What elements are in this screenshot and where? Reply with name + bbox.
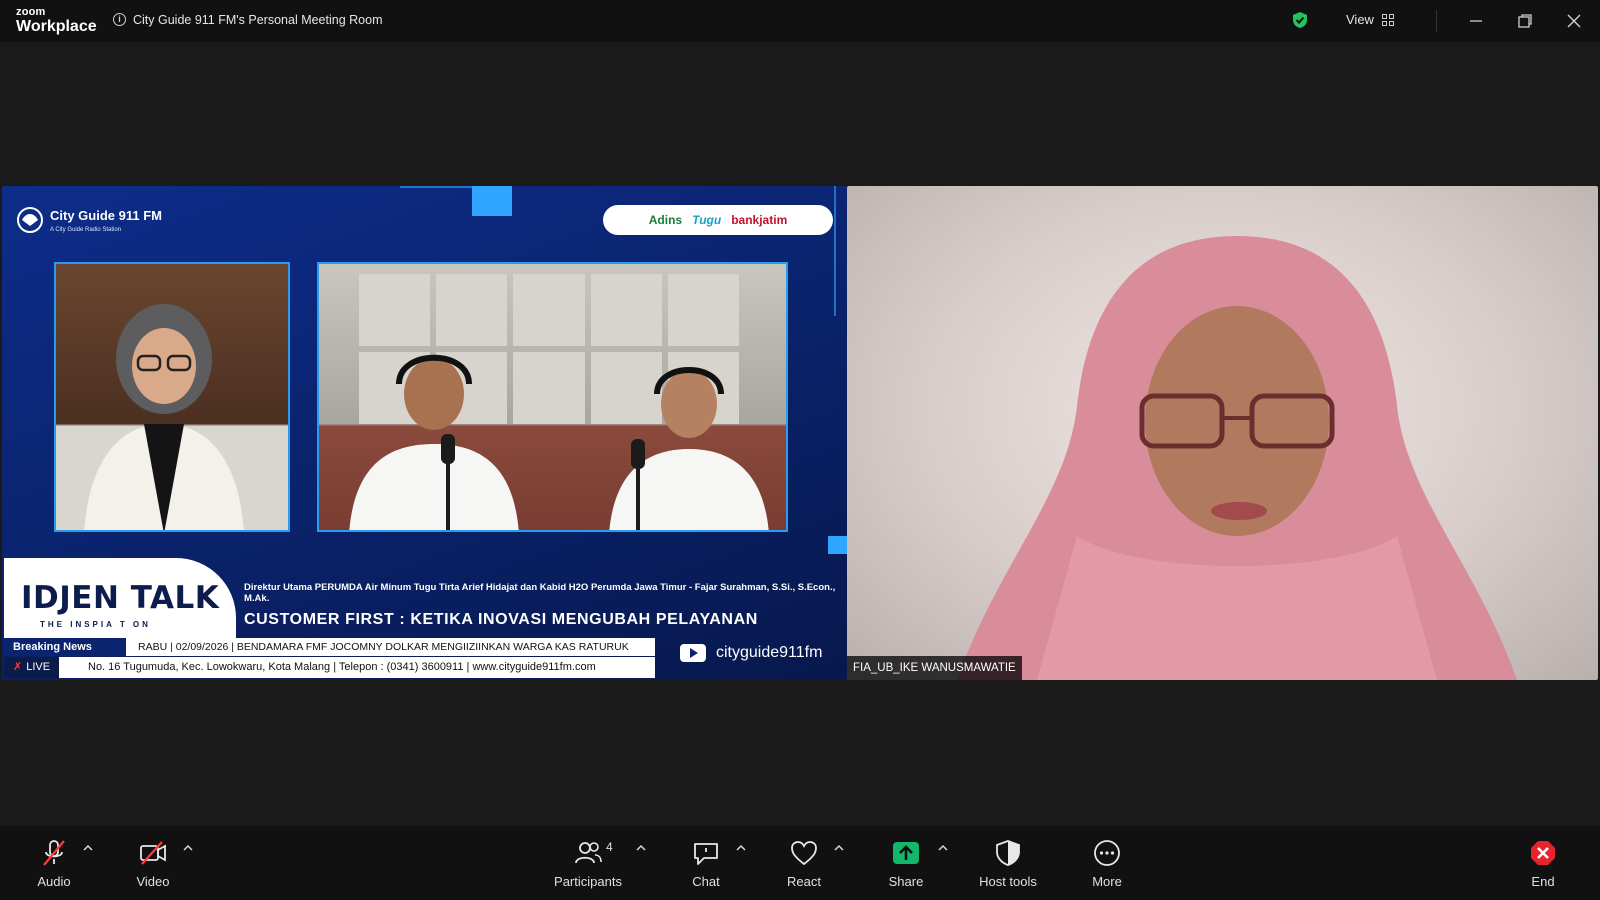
share-screen-icon [893, 842, 919, 864]
end-meeting-button[interactable]: End [1503, 838, 1583, 889]
host-figure [84, 304, 244, 530]
close-icon[interactable] [1563, 10, 1585, 32]
more-label: More [1092, 874, 1122, 889]
chat-options-chevron-icon[interactable] [736, 844, 746, 852]
participant-figure [957, 236, 1517, 680]
youtube-handle-text: cityguide911fm [716, 644, 823, 661]
grid-view-icon [1381, 13, 1394, 26]
show-badge: IDJEN TALK THE INSPIA T ON [4, 558, 236, 644]
chat-icon [694, 843, 718, 865]
chat-button[interactable]: Chat [666, 838, 746, 889]
react-button[interactable]: React [764, 838, 844, 889]
live-badge: ✗ LIVE [4, 657, 59, 678]
video-tile-participant[interactable]: FIA_UB_IKE WANUSMAWATIE [847, 186, 1598, 680]
titlebar-divider [1436, 10, 1437, 32]
guests-caption: Direktur Utama PERUMDA Air Minum Tugu Ti… [244, 582, 836, 604]
live-icon: ✗ [13, 661, 23, 673]
breaking-news-label: Breaking News [4, 638, 126, 656]
sponsor-1: Adins [648, 213, 683, 227]
youtube-icon [680, 644, 706, 662]
breaking-news-ticker: Breaking News RABU | 02/09/2026 | BENDAM… [4, 638, 655, 656]
title-bar: zoom Workplace i City Guide 911 FM's Per… [0, 0, 1600, 42]
brand-large: Workplace [16, 18, 97, 35]
participants-icon [575, 842, 602, 864]
heart-icon [791, 841, 817, 866]
video-tile-broadcast[interactable]: City Guide 911 FM A City Guide Radio Sta… [2, 186, 847, 680]
restore-icon[interactable] [1514, 10, 1536, 32]
meeting-title: City Guide 911 FM's Personal Meeting Roo… [133, 13, 383, 27]
station-logo-icon [17, 207, 43, 233]
security-shield-icon[interactable] [1292, 11, 1308, 29]
app-logo: zoom Workplace [16, 7, 97, 35]
headline-caption: CUSTOMER FIRST : KETIKA INOVASI MENGUBAH… [244, 611, 758, 628]
microphone-stand [441, 434, 455, 530]
show-title: IDJEN TALK [21, 580, 220, 616]
video-off-icon [140, 841, 166, 865]
end-meeting-icon [1531, 841, 1555, 865]
station-name: City Guide 911 FM [50, 208, 162, 223]
address-text: No. 16 Tugumuda, Kec. Lowokwaru, Kota Ma… [88, 661, 596, 673]
video-button[interactable]: Video [113, 838, 193, 889]
view-button[interactable]: View [1346, 12, 1394, 27]
minimize-icon[interactable] [1465, 10, 1487, 32]
host-tools-label: Host tools [979, 874, 1037, 889]
participant-name-tag: FIA_UB_IKE WANUSMAWATIE [847, 656, 1022, 680]
frame-accent [400, 186, 472, 188]
meeting-toolbar: Audio Video Participants 4 Chat React Sh… [0, 826, 1600, 900]
breaking-news-text: RABU | 02/09/2026 | BENDAMARA FMF JOCOMN… [138, 641, 629, 653]
participants-options-chevron-icon[interactable] [636, 844, 646, 852]
share-button[interactable]: Share [866, 838, 946, 889]
react-label: React [787, 874, 821, 889]
host-camera-frame [54, 262, 290, 532]
audio-button[interactable]: Audio [14, 838, 94, 889]
host-shield-icon [996, 840, 1020, 866]
guests-camera-frame [317, 262, 788, 532]
end-label: End [1531, 874, 1555, 889]
video-options-chevron-icon[interactable] [183, 844, 193, 852]
react-options-chevron-icon[interactable] [834, 844, 844, 852]
chat-label: Chat [692, 874, 720, 889]
sponsor-banner: Adins Tugu bankjatim [603, 205, 833, 235]
video-label: Video [136, 874, 170, 889]
brand-small: zoom [16, 6, 46, 18]
share-label: Share [888, 874, 924, 889]
sponsor-3: bankjatim [731, 213, 788, 227]
more-options-icon [1094, 840, 1120, 866]
address-ticker: ✗ LIVE No. 16 Tugumuda, Kec. Lowokwaru, K… [4, 657, 655, 678]
station-logo: City Guide 911 FM A City Guide Radio Sta… [16, 206, 162, 234]
info-icon[interactable]: i [113, 13, 126, 26]
audio-options-chevron-icon[interactable] [83, 844, 93, 852]
more-button[interactable]: More [1067, 838, 1147, 889]
host-tools-button[interactable]: Host tools [968, 838, 1048, 889]
show-subtitle: THE INSPIA T ON [40, 620, 151, 629]
youtube-handle: cityguide911fm [680, 644, 822, 662]
microphone-stand [631, 439, 645, 530]
participants-button[interactable]: Participants [548, 838, 628, 889]
muted-microphone-icon [43, 840, 65, 866]
audio-label: Audio [37, 874, 71, 889]
participants-label: Participants [554, 874, 622, 889]
view-label: View [1346, 12, 1374, 27]
frame-accent [472, 186, 512, 216]
participants-count: 4 [606, 840, 613, 854]
station-subtitle: A City Guide Radio Station [50, 227, 122, 233]
frame-accent [834, 186, 836, 316]
share-options-chevron-icon[interactable] [938, 844, 948, 852]
frame-accent [828, 536, 847, 554]
sponsor-2: Tugu [692, 213, 722, 227]
live-label: LIVE [26, 661, 51, 673]
